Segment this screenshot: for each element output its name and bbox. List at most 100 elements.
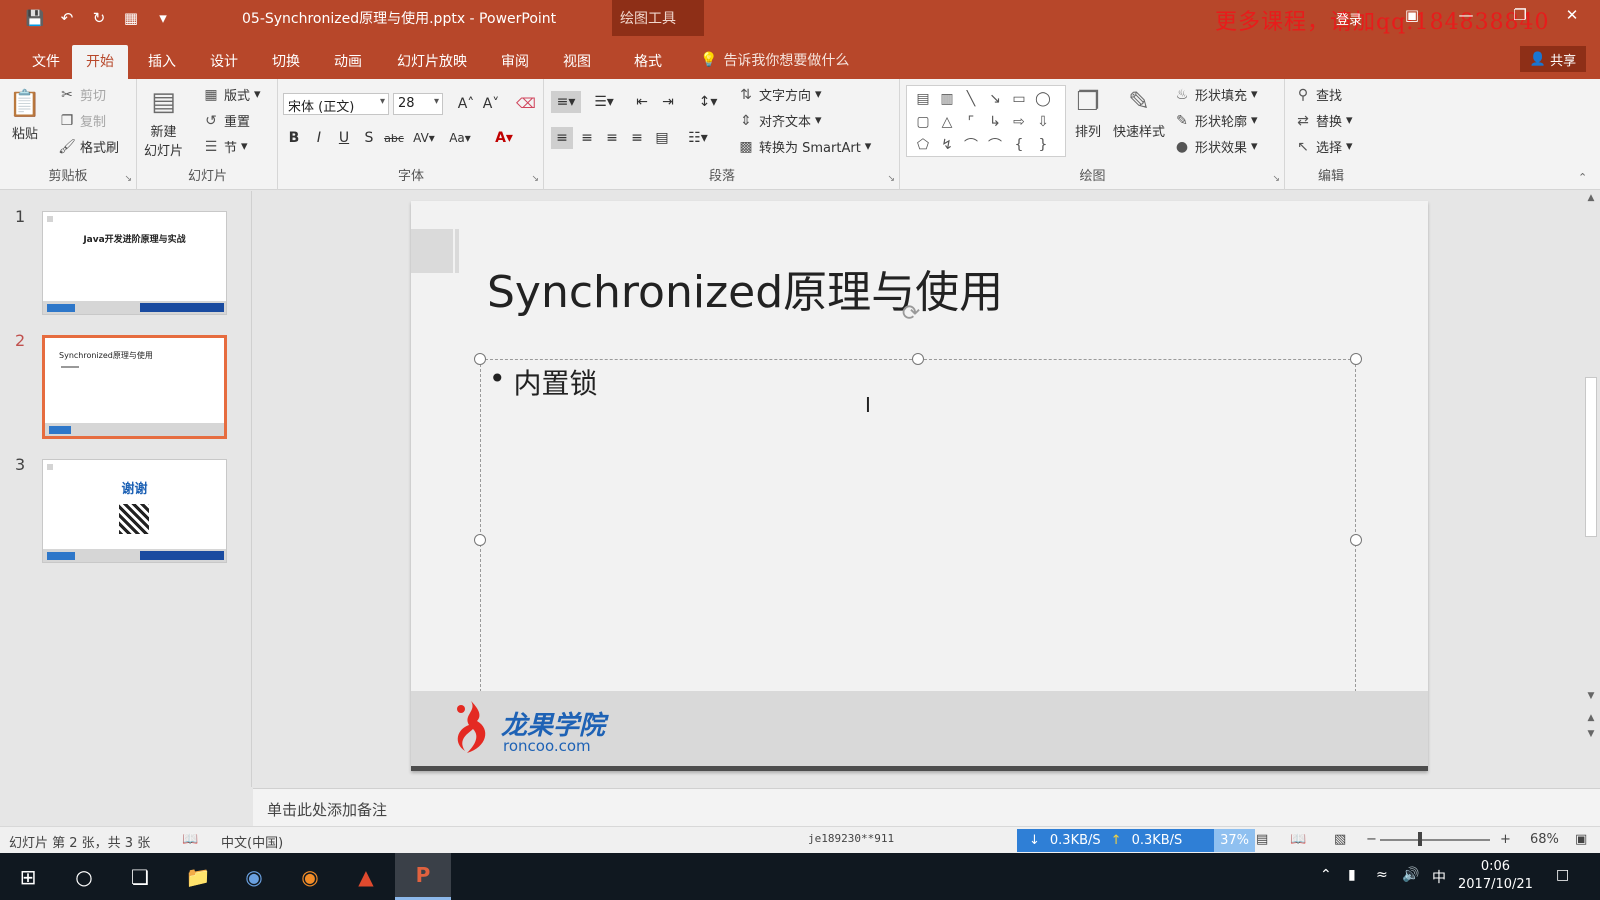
rounded-rect-shape-icon[interactable]: ▢ — [911, 110, 935, 133]
rectangle-shape-icon[interactable]: ▭ — [1007, 87, 1031, 110]
show-hidden-icons-icon[interactable]: ⌃ — [1320, 867, 1332, 883]
shape-outline-button[interactable]: ✎ 形状轮廓 ▾ — [1173, 111, 1257, 131]
align-center-icon[interactable]: ≡ — [576, 127, 598, 149]
slide-thumbnail-2[interactable]: Synchronized原理与使用 — [42, 335, 227, 439]
columns-icon[interactable]: ☷▾ — [683, 127, 713, 149]
close-icon[interactable]: ✕ — [1558, 6, 1586, 28]
tab-design[interactable]: 设计 — [196, 45, 252, 79]
volume-icon[interactable]: 🔊 — [1402, 867, 1419, 883]
tab-transitions[interactable]: 切换 — [258, 45, 314, 79]
collapse-ribbon-icon[interactable]: ⌃ — [1578, 171, 1587, 184]
tab-home[interactable]: 开始 — [72, 45, 128, 79]
oval-shape-icon[interactable]: ◯ — [1031, 87, 1055, 110]
resize-handle[interactable] — [912, 353, 924, 365]
resize-handle[interactable] — [474, 534, 486, 546]
strikethrough-icon[interactable]: abc — [383, 127, 405, 149]
customize-qat-icon[interactable]: ▾ — [150, 6, 176, 30]
numbering-icon[interactable]: ☰▾ — [589, 91, 619, 113]
quick-styles-button[interactable]: ✎ 快速样式 — [1113, 83, 1165, 140]
vertical-scrollbar[interactable]: ▲ ▼ ▲ ▼ — [1582, 191, 1600, 787]
decrease-font-icon[interactable]: A˅ — [480, 93, 502, 115]
copy-button[interactable]: ❐ 复制 — [58, 111, 106, 131]
scroll-down-icon[interactable]: ▼ — [1582, 691, 1600, 701]
restore-icon[interactable]: ❐ — [1506, 6, 1534, 28]
align-right-icon[interactable]: ≡ — [601, 127, 623, 149]
elbow-arrow-icon[interactable]: ↳ — [983, 110, 1007, 133]
battery-icon[interactable]: ▮ — [1348, 867, 1356, 883]
slideshow-view-icon[interactable]: ▧ — [1334, 832, 1346, 847]
scroll-up-icon[interactable]: ▲ — [1582, 193, 1600, 203]
ime-indicator[interactable]: 中 — [1432, 867, 1446, 887]
text-shadow-icon[interactable]: S — [358, 127, 380, 149]
lightning-shape-icon[interactable]: ↯ — [935, 133, 959, 156]
underline-icon[interactable]: U — [333, 127, 355, 149]
select-button[interactable]: ↖ 选择 ▾ — [1294, 137, 1352, 157]
tab-file[interactable]: 文件 — [18, 45, 74, 79]
normal-view-icon[interactable]: ▤ — [1256, 832, 1268, 847]
format-painter-button[interactable]: 🖌 格式刷 — [58, 137, 119, 157]
resize-handle[interactable] — [1350, 353, 1362, 365]
eclipse-icon[interactable]: ◉ — [226, 853, 282, 900]
right-arrow-shape-icon[interactable]: ⇨ — [1007, 110, 1031, 133]
language-indicator[interactable]: 中文(中国) — [221, 832, 283, 851]
firefox-icon[interactable]: ◉ — [282, 853, 338, 900]
increase-indent-icon[interactable]: ⇥ — [657, 91, 679, 113]
notifications-icon[interactable]: □ — [1556, 867, 1569, 883]
redo-icon[interactable]: ↻ — [86, 6, 112, 30]
task-view-icon[interactable]: ❏ — [112, 853, 168, 900]
dialog-launcher-icon[interactable]: ↘ — [124, 174, 132, 184]
tab-review[interactable]: 审阅 — [487, 45, 543, 79]
right-brace-shape-icon[interactable]: } — [1031, 133, 1055, 156]
bullet-item[interactable]: • 内置锁 — [489, 362, 598, 402]
replace-button[interactable]: ⇄ 替换 ▾ — [1294, 111, 1352, 131]
dialog-launcher-icon[interactable]: ↘ — [531, 174, 539, 184]
slide-thumbnail-3[interactable]: 谢谢 — [42, 459, 227, 563]
windows-start-icon[interactable]: ⊞ — [0, 853, 56, 900]
next-slide-icon[interactable]: ▼ — [1582, 729, 1600, 739]
cortana-search-icon[interactable]: ○ — [56, 853, 112, 900]
tell-me-search[interactable]: 💡 告诉我你想要做什么 — [700, 50, 849, 70]
increase-font-icon[interactable]: A˄ — [455, 93, 477, 115]
notes-placeholder[interactable]: 单击此处添加备注 — [267, 799, 387, 820]
decrease-indent-icon[interactable]: ⇤ — [631, 91, 653, 113]
layout-button[interactable]: ▦ 版式 ▾ — [202, 85, 260, 105]
wifi-icon[interactable]: ≈ — [1376, 867, 1388, 883]
system-clock[interactable]: 0:06 2017/10/21 — [1458, 858, 1533, 894]
content-placeholder[interactable]: • 内置锁 — [480, 359, 1356, 722]
textbox-shape-icon[interactable]: ▤ — [911, 87, 935, 110]
reset-button[interactable]: ↺ 重置 — [202, 111, 250, 131]
line-spacing-icon[interactable]: ↕▾ — [693, 91, 723, 113]
slide-title[interactable]: Synchronized原理与使用 — [487, 256, 1003, 320]
save-icon[interactable]: 💾 — [22, 6, 48, 30]
undo-icon[interactable]: ↶ — [54, 6, 80, 30]
scroll-thumb[interactable] — [1585, 377, 1597, 537]
vertical-textbox-shape-icon[interactable]: ▥ — [935, 87, 959, 110]
cut-button[interactable]: ✂ 剪切 — [58, 85, 106, 105]
font-name-select[interactable]: 宋体 (正文) ▾ — [283, 93, 389, 115]
convert-smartart-button[interactable]: ▩ 转换为 SmartArt ▾ — [737, 137, 871, 157]
zoom-in-icon[interactable]: + — [1500, 832, 1511, 847]
triangle-shape-icon[interactable]: △ — [935, 110, 959, 133]
tab-insert[interactable]: 插入 — [134, 45, 190, 79]
freeform-shape-icon[interactable]: ⬠ — [911, 133, 935, 156]
distributed-icon[interactable]: ▤ — [651, 127, 673, 149]
resize-handle[interactable] — [1350, 534, 1362, 546]
shape-effects-button[interactable]: ● 形状效果 ▾ — [1173, 137, 1258, 157]
line-shape-icon[interactable]: ╲ — [959, 87, 983, 110]
elbow-connector-icon[interactable]: ⌜ — [959, 110, 983, 133]
bullets-icon[interactable]: ≡▾ — [551, 91, 581, 113]
arc-shape-icon[interactable]: ⌒ — [959, 133, 983, 156]
rotate-handle-icon[interactable]: ⟳ — [898, 301, 924, 327]
bold-icon[interactable]: B — [283, 127, 305, 149]
change-case-icon[interactable]: Aa▾ — [445, 127, 475, 149]
shapes-gallery[interactable]: ▤ ▥ ╲ ↘ ▭ ◯ ▢ △ ⌜ ↳ ⇨ ⇩ ⬠ ↯ ⌒ ⌒ { } — [906, 85, 1066, 157]
share-button[interactable]: 👤 共享 — [1520, 46, 1586, 72]
align-text-button[interactable]: ⇕ 对齐文本 ▾ — [737, 111, 821, 131]
reading-view-icon[interactable]: 📖 — [1290, 832, 1306, 847]
notes-pane[interactable]: 单击此处添加备注 — [253, 788, 1600, 826]
justify-icon[interactable]: ≡ — [626, 127, 648, 149]
clear-formatting-icon[interactable]: ⌫ — [515, 93, 537, 115]
paste-button[interactable]: 📋 粘贴 — [8, 85, 42, 142]
italic-icon[interactable]: I — [308, 127, 330, 149]
arrow-line-shape-icon[interactable]: ↘ — [983, 87, 1007, 110]
